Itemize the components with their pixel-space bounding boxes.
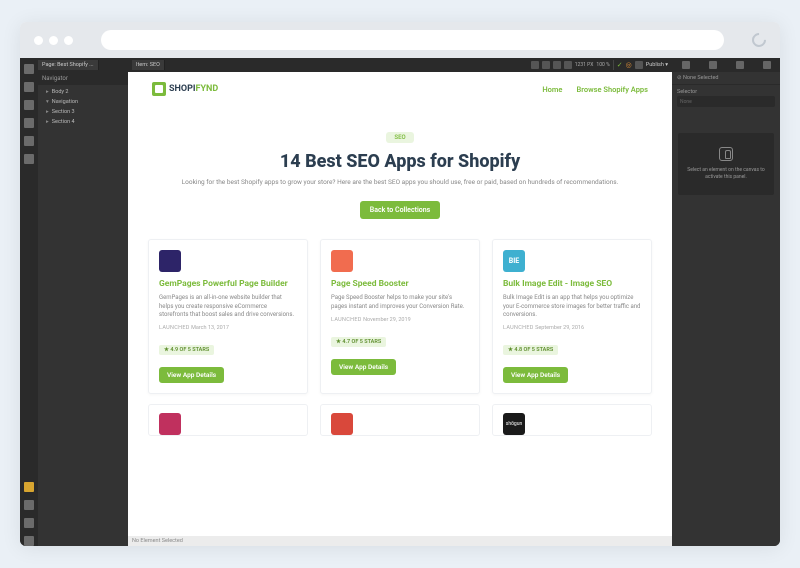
card-rating: 4.8 OF 5 STARS <box>503 345 558 355</box>
interactions-icon[interactable] <box>736 61 744 69</box>
nav-browse[interactable]: Browse Shopify Apps <box>576 85 648 94</box>
help-icon[interactable] <box>24 518 34 528</box>
window-dot[interactable] <box>49 36 58 45</box>
navigator-tree: ▸Body 2 ▾Navigation ▸Section 3 ▸Section … <box>38 85 128 129</box>
selector-input[interactable]: None <box>677 96 775 107</box>
canvas-width: 1231 PX <box>575 62 594 68</box>
page-title: 14 Best SEO Apps for Shopify <box>168 151 632 172</box>
reload-icon[interactable] <box>749 30 769 50</box>
breakpoint-icon[interactable] <box>564 61 572 69</box>
add-icon[interactable] <box>24 64 34 74</box>
search-icon[interactable] <box>24 500 34 510</box>
navigator-topbar: Page: Best Shopify ... <box>38 58 128 72</box>
browser-chrome <box>20 22 780 58</box>
window-dot[interactable] <box>34 36 43 45</box>
page-subtitle: Looking for the best Shopify apps to gro… <box>168 178 632 187</box>
site-logo[interactable]: SHOPIFYND <box>152 82 218 96</box>
url-bar[interactable] <box>101 30 724 50</box>
check-icon[interactable]: ✓ <box>617 61 623 69</box>
tree-item-body[interactable]: ▸Body 2 <box>38 87 128 97</box>
view-details-button[interactable]: View App Details <box>159 367 224 383</box>
window-dot[interactable] <box>64 36 73 45</box>
app-icon: BIE <box>503 250 525 272</box>
app-card: GemPages Powerful Page Builder GemPages … <box>148 239 308 394</box>
card-desc: Bulk Image Edit is an app that helps you… <box>503 294 641 319</box>
view-details-button[interactable]: View App Details <box>331 359 396 375</box>
card-launched: LAUNCHED November 29, 2019 <box>331 317 469 323</box>
breakpoint-icon[interactable] <box>542 61 550 69</box>
app-icon <box>159 413 181 435</box>
browser-window: Page: Best Shopify ... Navigator ▸Body 2… <box>20 22 780 546</box>
empty-panel-hint: Select an element on the canvas to activ… <box>678 133 774 195</box>
app-card: shōgun <box>492 404 652 436</box>
app-icon <box>159 250 181 272</box>
audit-icon[interactable] <box>24 482 34 492</box>
video-icon[interactable] <box>24 536 34 546</box>
card-title[interactable]: Page Speed Booster <box>331 279 469 289</box>
preview-icon[interactable] <box>635 61 643 69</box>
card-title[interactable]: GemPages Powerful Page Builder <box>159 279 297 289</box>
center-area: Item: SEO 1231 PX 100 % ✓ ◎ Publish ▾ <box>128 58 672 546</box>
card-desc: Page Speed Booster helps to make your si… <box>331 294 469 311</box>
cursor-icon <box>719 147 733 161</box>
tree-item-section3[interactable]: ▸Section 3 <box>38 107 128 117</box>
card-rating: 4.9 OF 5 STARS <box>159 345 214 355</box>
app-icon <box>331 413 353 435</box>
card-desc: GemPages is an all-in-one website builde… <box>159 294 297 319</box>
assets-icon[interactable] <box>24 136 34 146</box>
back-button[interactable]: Back to Collections <box>360 201 441 219</box>
app-cards-row: GemPages Powerful Page Builder GemPages … <box>128 233 672 400</box>
view-details-button[interactable]: View App Details <box>503 367 568 383</box>
app-card: Page Speed Booster Page Speed Booster he… <box>320 239 480 394</box>
app-card <box>148 404 308 436</box>
card-title[interactable]: Bulk Image Edit - Image SEO <box>503 279 641 289</box>
app-cards-row-partial: shōgun <box>128 400 672 436</box>
window-controls <box>34 36 73 45</box>
page-indicator[interactable]: Page: Best Shopify ... <box>38 60 99 70</box>
brush-icon[interactable] <box>682 61 690 69</box>
card-launched: LAUNCHED September 29, 2016 <box>503 325 641 331</box>
element-icon[interactable] <box>763 61 771 69</box>
app-icon <box>331 250 353 272</box>
navigator-title: Navigator <box>38 72 128 85</box>
style-tabs <box>672 58 780 72</box>
status-bar: No Element Selected <box>128 536 672 546</box>
style-panel: ⊘ None Selected Selector None Select an … <box>672 58 780 546</box>
app-card: BIE Bulk Image Edit - Image SEO Bulk Ima… <box>492 239 652 394</box>
breakpoint-icon[interactable] <box>531 61 539 69</box>
card-launched: LAUNCHED March 13, 2017 <box>159 325 297 331</box>
cms-icon[interactable] <box>24 100 34 110</box>
hint-text: Select an element on the canvas to activ… <box>684 167 768 181</box>
ecommerce-icon[interactable] <box>24 118 34 128</box>
app-card <box>320 404 480 436</box>
publish-button[interactable]: Publish ▾ <box>646 62 668 68</box>
category-badge: SEO <box>386 132 413 143</box>
target-icon[interactable]: ◎ <box>626 61 632 69</box>
left-tool-rail <box>20 58 38 546</box>
gear-icon[interactable] <box>709 61 717 69</box>
designer-app: Page: Best Shopify ... Navigator ▸Body 2… <box>20 58 780 546</box>
logo-mark-icon <box>152 82 166 96</box>
design-canvas[interactable]: SHOPIFYND Home Browse Shopify Apps SEO 1… <box>128 72 672 536</box>
pages-icon[interactable] <box>24 82 34 92</box>
site-preview: SHOPIFYND Home Browse Shopify Apps SEO 1… <box>128 72 672 436</box>
selection-indicator: ⊘ None Selected <box>672 72 780 85</box>
card-rating: 4.7 OF 5 STARS <box>331 337 386 347</box>
selector-label: Selector <box>672 85 780 96</box>
nav-home[interactable]: Home <box>542 85 562 94</box>
canvas-zoom: 100 % <box>596 62 609 68</box>
app-icon: shōgun <box>503 413 525 435</box>
breakpoint-icon[interactable] <box>553 61 561 69</box>
tree-item-section4[interactable]: ▸Section 4 <box>38 117 128 127</box>
tree-item-navigation[interactable]: ▾Navigation <box>38 97 128 107</box>
canvas-toolbar: Item: SEO 1231 PX 100 % ✓ ◎ Publish ▾ <box>128 58 672 72</box>
settings-icon[interactable] <box>24 154 34 164</box>
item-indicator[interactable]: Item: SEO <box>132 60 165 70</box>
site-header: SHOPIFYND Home Browse Shopify Apps <box>128 72 672 106</box>
hero-section: SEO 14 Best SEO Apps for Shopify Looking… <box>128 106 672 233</box>
site-nav: Home Browse Shopify Apps <box>542 85 648 94</box>
navigator-panel: Page: Best Shopify ... Navigator ▸Body 2… <box>38 58 128 546</box>
